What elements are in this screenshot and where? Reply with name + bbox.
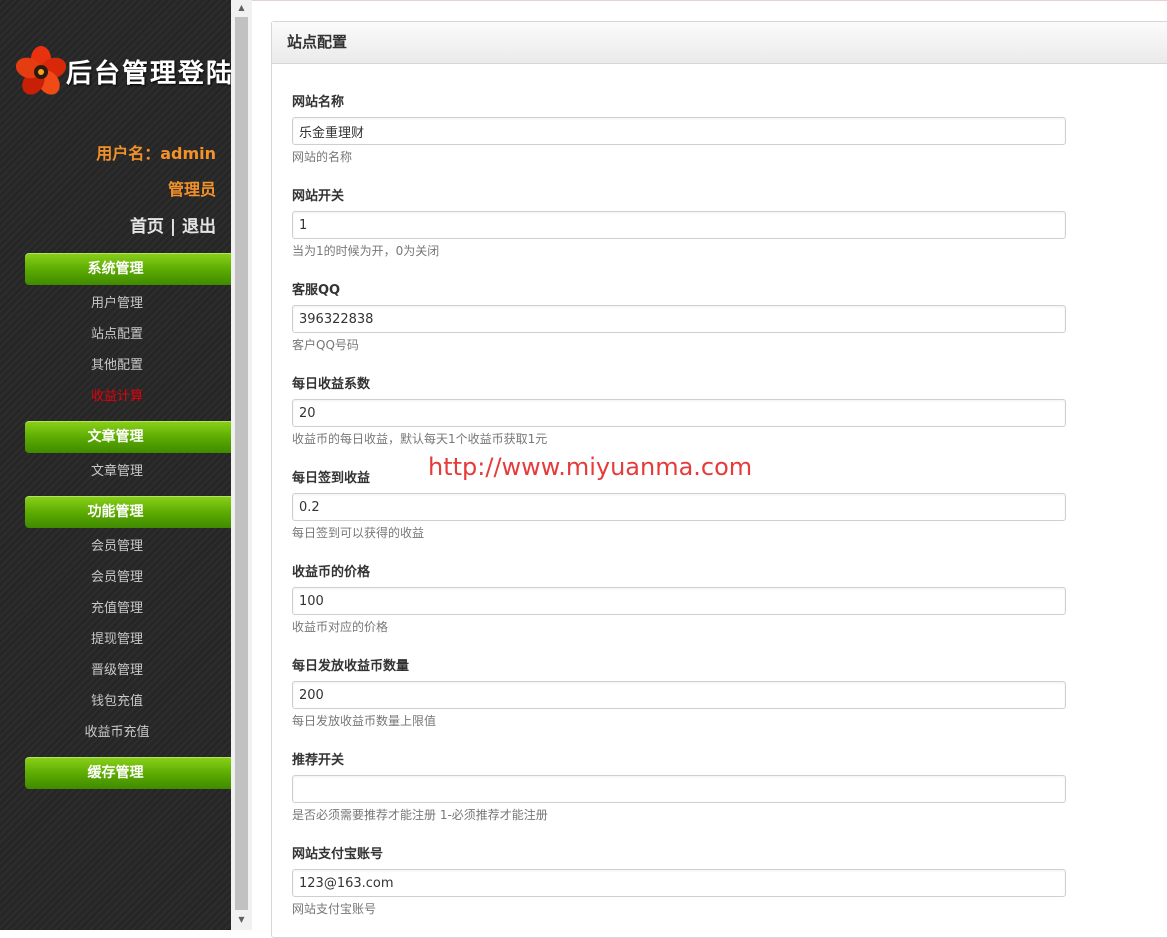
- field-label: 收益币的价格: [292, 565, 371, 580]
- top-divider: [252, 0, 1167, 1]
- nav-item-wallet-recharge[interactable]: 钱包充值: [25, 690, 231, 709]
- section-system-management[interactable]: 系统管理: [25, 253, 231, 285]
- site-name-input[interactable]: [292, 117, 1066, 145]
- field-label: 网站支付宝账号: [292, 847, 384, 862]
- nav-item-other-config[interactable]: 其他配置: [25, 354, 231, 373]
- nav-item-withdraw-management[interactable]: 提现管理: [25, 628, 231, 647]
- watermark-text: http://www.miyuanma.com: [428, 453, 753, 481]
- logo: 后台管理登陆: [16, 45, 231, 100]
- section-function-management[interactable]: 功能管理: [25, 496, 231, 528]
- alipay-account-input[interactable]: [292, 869, 1066, 897]
- field-help: 每日签到可以获得的收益: [292, 526, 425, 540]
- field-help: 是否必须需要推荐才能注册 1-必须推荐才能注册: [292, 808, 548, 822]
- section-cache-management[interactable]: 缓存管理: [25, 757, 231, 789]
- daily-coefficient-input[interactable]: [292, 399, 1066, 427]
- field-label: 网站名称: [292, 95, 345, 110]
- daily-coin-limit-input[interactable]: [292, 681, 1066, 709]
- home-logout-links: 首页 | 退出: [130, 212, 216, 237]
- field-label: 每日签到收益: [292, 471, 371, 486]
- nav-item-member-management-2[interactable]: 会员管理: [25, 566, 231, 585]
- scroll-up-arrow-icon[interactable]: ▲: [231, 0, 252, 16]
- link-separator: |: [169, 217, 177, 237]
- field-help: 收益币的每日收益，默认每天1个收益币获取1元: [292, 432, 548, 446]
- nav-item-site-config[interactable]: 站点配置: [25, 323, 231, 342]
- field-label: 客服QQ: [292, 283, 341, 298]
- field-help: 收益币对应的价格: [292, 620, 389, 634]
- field-label: 网站开关: [292, 189, 345, 204]
- site-switch-input[interactable]: [292, 211, 1066, 239]
- username-display: 用户名：admin: [96, 144, 216, 163]
- nav-item-recharge-management[interactable]: 充值管理: [25, 597, 231, 616]
- sidebar-scrollbar[interactable]: ▲ ▼: [231, 0, 252, 930]
- nav-item-promotion-management[interactable]: 晋级管理: [25, 659, 231, 678]
- home-link[interactable]: 首页: [130, 217, 164, 237]
- panel-title: 站点配置: [272, 22, 1167, 64]
- user-role: 管理员: [167, 180, 216, 199]
- nav-item-user-management[interactable]: 用户管理: [25, 292, 231, 311]
- daily-checkin-input[interactable]: [292, 493, 1066, 521]
- service-qq-input[interactable]: [292, 305, 1066, 333]
- field-label: 每日发放收益币数量: [292, 659, 410, 674]
- sidebar: 后台管理登陆 用户名：admin 管理员 首页 | 退出 系统管理 用户管理 站…: [0, 0, 231, 930]
- field-help: 客户QQ号码: [292, 338, 359, 352]
- logo-flower-icon: [16, 46, 66, 95]
- nav-item-article-management[interactable]: 文章管理: [25, 460, 231, 479]
- scroll-thumb[interactable]: [235, 17, 248, 910]
- field-help: 每日发放收益币数量上限值: [292, 714, 437, 728]
- field-help: 网站支付宝账号: [292, 902, 377, 916]
- field-label: 推荐开关: [292, 753, 345, 768]
- nav-item-earnings-calc[interactable]: 收益计算: [25, 385, 231, 404]
- nav-item-coin-recharge[interactable]: 收益币充值: [25, 721, 231, 740]
- scroll-down-arrow-icon[interactable]: ▼: [231, 912, 252, 928]
- coin-price-input[interactable]: [292, 587, 1066, 615]
- logout-link[interactable]: 退出: [182, 217, 216, 237]
- field-help: 当为1的时候为开，0为关闭: [292, 244, 440, 258]
- field-help: 网站的名称: [292, 150, 353, 164]
- section-article-management[interactable]: 文章管理: [25, 421, 231, 453]
- referral-switch-input[interactable]: [292, 775, 1066, 803]
- nav-item-member-management[interactable]: 会员管理: [25, 535, 231, 554]
- logo-text: 后台管理登陆: [66, 59, 231, 89]
- field-label: 每日收益系数: [292, 377, 371, 392]
